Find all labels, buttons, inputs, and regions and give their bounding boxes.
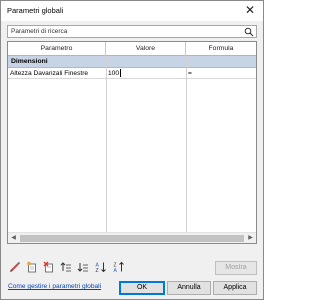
apply-button[interactable]: Applica [213,281,257,295]
column-header-formula[interactable]: Formula [186,42,256,56]
search-icon [244,27,254,37]
cancel-button[interactable]: Annulla [167,281,211,295]
table-header: Parametro Valore Formula [8,42,256,56]
ok-button[interactable]: OK [119,281,165,295]
search-input[interactable]: Parametri di ricerca [7,25,257,38]
text-caret [120,69,122,78]
column-divider [106,56,107,232]
cell-formula[interactable]: = [186,68,256,79]
svg-text:A: A [114,268,118,273]
table-row[interactable]: Altezza Davanzali Finestre 100 = [8,68,256,79]
move-up-icon[interactable] [60,261,72,273]
column-divider [186,56,187,232]
show-button[interactable]: Mostra [215,261,257,275]
svg-text:Z: Z [96,268,99,273]
sort-ascending-icon[interactable]: A Z [95,261,107,273]
title-bar: Parametri globali ✕ [1,1,263,21]
edit-icon[interactable] [9,261,21,273]
group-label: Dimensioni [11,58,48,65]
close-button[interactable]: ✕ [239,2,261,19]
global-parameters-dialog: Parametri globali ✕ Parametri di ricerca… [0,0,264,300]
new-parameter-icon[interactable] [26,261,38,273]
scrollbar-thumb[interactable] [20,235,244,242]
parameters-table: Parametro Valore Formula Dimensioni Alte… [7,41,257,244]
scroll-right-arrow-icon[interactable]: ▶ [245,233,256,243]
help-link[interactable]: Come gestire i parametri globali [8,283,101,290]
move-down-icon[interactable] [77,261,89,273]
delete-parameter-icon[interactable] [43,261,55,273]
column-header-parametro[interactable]: Parametro [8,42,106,56]
cell-parametro[interactable]: Altezza Davanzali Finestre [8,68,106,79]
horizontal-scrollbar[interactable]: ◀ ▶ [8,232,256,243]
sort-descending-icon[interactable]: Z A [113,261,125,273]
cell-valore[interactable]: 100 [106,68,186,79]
column-header-valore[interactable]: Valore [106,42,186,56]
search-placeholder: Parametri di ricerca [11,28,68,35]
window-title: Parametri globali [7,6,64,15]
cell-valore-text: 100 [108,70,120,77]
group-row-dimensioni[interactable]: Dimensioni [8,56,256,68]
scroll-left-arrow-icon[interactable]: ◀ [8,233,19,243]
